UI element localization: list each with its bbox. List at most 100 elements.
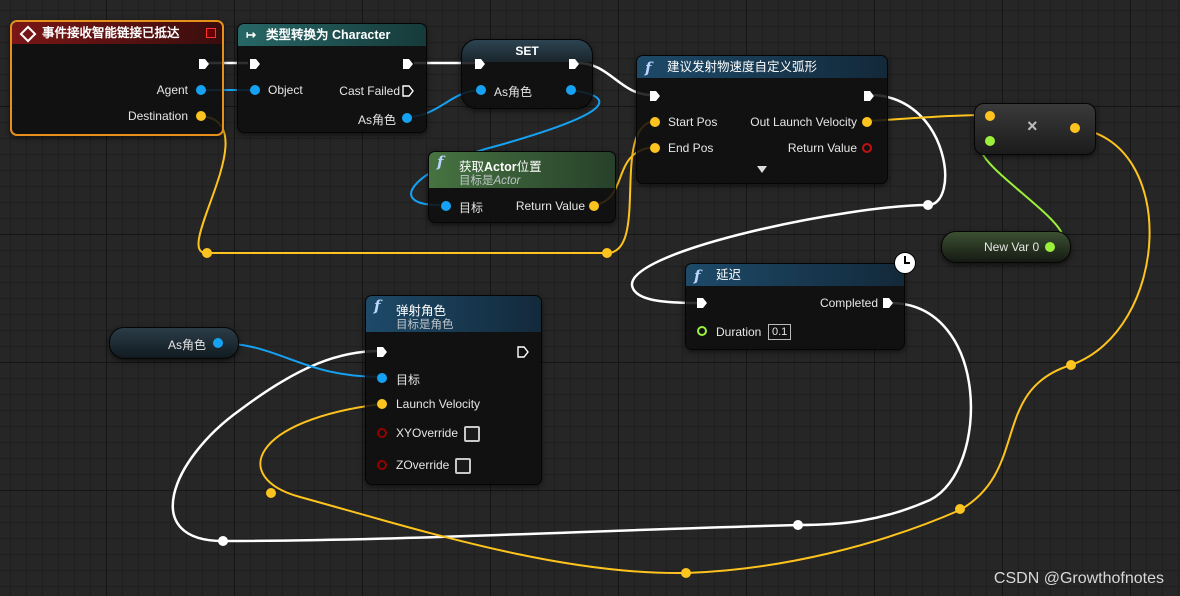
end-pos-pin[interactable] [650, 143, 660, 153]
get-actor-location-subtitle: 目标是Actor [459, 175, 521, 187]
target-pin[interactable] [441, 201, 451, 211]
target-pin[interactable] [377, 373, 387, 383]
object-pin[interactable] [250, 85, 260, 95]
return-value-pin[interactable] [589, 201, 599, 211]
reroute-knot[interactable] [681, 568, 691, 578]
suggest-arc-node[interactable]: f 建议发射物速度自定义弧形 Start Pos Out Launch Velo… [636, 55, 888, 184]
return-value-pin[interactable] [862, 143, 872, 153]
exec-out-pin[interactable] [402, 58, 414, 70]
vector-in-pin[interactable] [985, 111, 995, 121]
as-character-label: As角色 [357, 113, 396, 127]
as-character-getter-pin[interactable] [213, 338, 223, 348]
function-icon: f [437, 153, 444, 171]
exec-out-pin[interactable] [517, 346, 529, 358]
launch-character-header[interactable]: f 弹射角色 目标是角色 [366, 296, 541, 332]
reroute-knot[interactable] [793, 520, 803, 530]
delay-node-title: 延迟 [716, 268, 742, 282]
agent-pin[interactable] [196, 85, 206, 95]
set-node-title: SET [515, 44, 539, 58]
multiply-symbol: × [1027, 116, 1038, 136]
delay-node-header[interactable]: f 延迟 [686, 264, 904, 286]
destination-pin[interactable] [196, 111, 206, 121]
as-character-getter-label: As角色 [168, 338, 207, 352]
reroute-knot[interactable] [202, 248, 212, 258]
completed-label: Completed [819, 296, 878, 310]
xy-override-pin[interactable] [377, 428, 387, 438]
out-launch-velocity-pin[interactable] [862, 117, 872, 127]
agent-pin-label: Agent [156, 83, 188, 97]
z-override-checkbox[interactable] [455, 458, 471, 474]
reroute-knot[interactable] [218, 536, 228, 546]
clock-icon [894, 252, 916, 274]
launch-character-node[interactable]: f 弹射角色 目标是角色 目标 Launch Velocity XYOverri… [365, 295, 542, 485]
new-var-0-pin[interactable] [1045, 242, 1055, 252]
exec-out-pin[interactable] [198, 58, 210, 70]
set-node[interactable]: SET As角色 [461, 39, 593, 109]
completed-pin[interactable] [882, 297, 894, 309]
vector-out-pin[interactable] [1070, 123, 1080, 133]
exec-in-pin[interactable] [249, 58, 261, 70]
exec-in-pin[interactable] [696, 297, 708, 309]
delay-node[interactable]: f 延迟 Completed Duration 0.1 [685, 252, 916, 350]
value-out-pin[interactable] [566, 85, 576, 95]
function-icon: f [374, 297, 381, 315]
exec-in-pin[interactable] [474, 58, 486, 70]
launch-velocity-pin[interactable] [377, 399, 387, 409]
event-node-title: 事件接收智能链接已抵达 [42, 26, 180, 40]
cast-failed-pin[interactable] [402, 85, 414, 97]
duration-label: Duration [716, 325, 762, 339]
reroute-knot[interactable] [923, 200, 933, 210]
launch-velocity-label: Launch Velocity [396, 397, 481, 411]
launch-character-subtitle: 目标是角色 [396, 319, 454, 331]
new-var-0-label: New Var 0 [984, 240, 1040, 254]
cast-failed-label: Cast Failed [339, 84, 400, 98]
watermark: CSDN @Growthofnotes [993, 570, 1164, 587]
destination-pin-label: Destination [127, 109, 188, 123]
set-value-label: As角色 [494, 85, 533, 99]
duration-pin[interactable] [697, 326, 707, 336]
event-diamond-icon [19, 25, 37, 43]
function-icon: f [694, 267, 701, 285]
cast-arrow-icon: ↦ [246, 28, 257, 42]
cast-node-title: 类型转换为 Character [266, 28, 391, 42]
reroute-knot[interactable] [1066, 360, 1076, 370]
reroute-knot[interactable] [602, 248, 612, 258]
cast-node-header[interactable]: ↦ 类型转换为 Character [238, 24, 426, 46]
cast-node[interactable]: ↦ 类型转换为 Character Object Cast Failed As角… [237, 23, 427, 133]
delegate-pin[interactable] [206, 28, 216, 38]
xy-override-checkbox[interactable] [464, 426, 480, 442]
duration-input[interactable]: 0.1 [768, 324, 792, 340]
exec-in-pin[interactable] [649, 90, 661, 102]
exec-in-pin[interactable] [376, 346, 388, 358]
as-character-getter[interactable]: As角色 [109, 327, 239, 359]
multiply-node[interactable]: × [974, 103, 1096, 155]
as-character-pin[interactable] [402, 113, 412, 123]
expand-arrow-icon[interactable] [757, 166, 767, 173]
out-launch-velocity-label: Out Launch Velocity [750, 115, 857, 129]
end-pos-label: End Pos [668, 141, 714, 155]
return-value-label: Return Value [515, 199, 585, 213]
exec-out-pin[interactable] [863, 90, 875, 102]
z-override-label: ZOverride [396, 458, 450, 472]
float-in-pin[interactable] [985, 136, 995, 146]
return-value-label: Return Value [787, 141, 857, 155]
exec-out-pin[interactable] [568, 58, 580, 70]
get-actor-location-node[interactable]: f 获取Actor位置 目标是Actor 目标 Return Value [428, 151, 616, 223]
target-label: 目标 [459, 201, 484, 215]
reroute-knot[interactable] [955, 504, 965, 514]
reroute-knot[interactable] [266, 488, 276, 498]
get-actor-location-header[interactable]: f 获取Actor位置 目标是Actor [429, 152, 615, 188]
start-pos-label: Start Pos [668, 115, 718, 129]
object-pin-label: Object [268, 83, 303, 97]
target-label: 目标 [396, 373, 421, 387]
suggest-arc-title: 建议发射物速度自定义弧形 [667, 60, 818, 74]
new-var-0-getter[interactable]: New Var 0 [941, 231, 1071, 263]
z-override-pin[interactable] [377, 460, 387, 470]
xy-override-label: XYOverride [396, 426, 459, 440]
start-pos-pin[interactable] [650, 117, 660, 127]
event-node[interactable]: 事件接收智能链接已抵达 Agent Destination [10, 20, 224, 136]
event-node-header[interactable]: 事件接收智能链接已抵达 [12, 22, 222, 44]
function-icon: f [645, 59, 652, 77]
suggest-arc-header[interactable]: f 建议发射物速度自定义弧形 [637, 56, 887, 78]
value-in-pin[interactable] [476, 85, 486, 95]
